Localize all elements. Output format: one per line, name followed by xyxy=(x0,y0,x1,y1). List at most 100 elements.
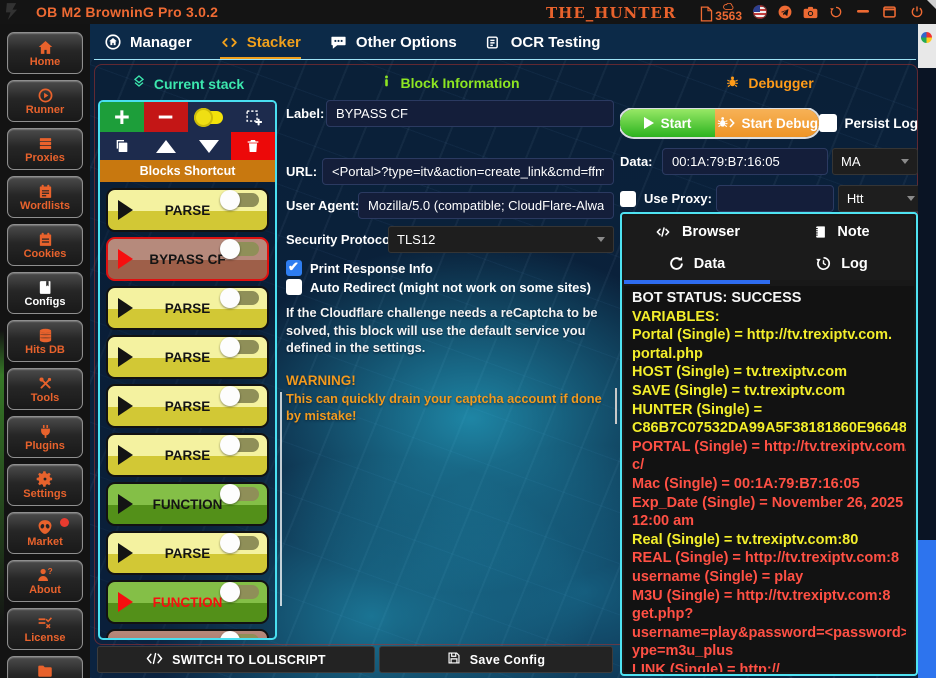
debugger-tab-note[interactable]: Note xyxy=(769,216,914,248)
sidebar-item-about[interactable]: ?About xyxy=(7,560,83,602)
stack-block[interactable] xyxy=(106,629,269,640)
desktop-strip xyxy=(918,68,936,540)
debugger-tab-data[interactable]: Data xyxy=(624,248,769,281)
maximize-button[interactable] xyxy=(883,6,896,18)
stack-scrollbar[interactable] xyxy=(280,392,282,606)
log-line: portal.php xyxy=(632,345,906,364)
proxy-type-value: Htt xyxy=(847,191,864,206)
tab-stacker[interactable]: Stacker xyxy=(220,24,301,60)
config-count: 3563 xyxy=(715,11,742,22)
save-label: Save Config xyxy=(470,653,546,667)
warning-text: This can quickly drain your captcha acco… xyxy=(286,390,614,425)
current-stack-header: Current stack xyxy=(98,74,277,93)
stack-block-parse[interactable]: PARSE xyxy=(106,335,269,379)
language-flag-icon[interactable] xyxy=(753,5,767,19)
use-proxy-checkbox[interactable] xyxy=(620,191,636,207)
sidebar-item-license[interactable]: License xyxy=(7,608,83,650)
stack-block-function[interactable]: FUNCTION xyxy=(106,580,269,624)
blocks-shortcut-bar[interactable]: Blocks Shortcut xyxy=(100,160,275,182)
print-response-checkbox[interactable] xyxy=(286,260,302,276)
sidebar-item-tools[interactable]: Tools xyxy=(7,368,83,410)
url-input[interactable] xyxy=(322,158,614,185)
data-type-select[interactable]: MA xyxy=(832,148,918,175)
sidebar-item-label: Wordlists xyxy=(20,201,70,212)
start-button[interactable]: Start xyxy=(620,109,715,137)
user-agent-input[interactable] xyxy=(358,192,614,219)
stack-block-parse[interactable]: PARSE xyxy=(106,188,269,232)
block-toggle[interactable] xyxy=(223,438,259,452)
security-protocol-value: TLS12 xyxy=(397,232,435,247)
security-protocol-select[interactable]: TLS12 xyxy=(388,226,614,253)
stack-block-parse[interactable]: PARSE xyxy=(106,433,269,477)
stack-block-parse[interactable]: PARSE xyxy=(106,531,269,575)
sidebar-item-cookies[interactable]: Cookies xyxy=(7,224,83,266)
block-toggle[interactable] xyxy=(223,536,259,550)
auto-redirect-label: Auto Redirect (might not work on some si… xyxy=(310,280,591,295)
clone-block-button[interactable] xyxy=(100,132,144,160)
block-toggle[interactable] xyxy=(223,585,259,599)
sidebar-item-plugins[interactable]: Plugins xyxy=(7,416,83,458)
power-button[interactable] xyxy=(910,5,924,19)
remove-block-button[interactable]: − xyxy=(144,102,188,132)
tabbar-underline xyxy=(94,59,916,61)
minimize-button[interactable] xyxy=(857,10,869,14)
label-input[interactable] xyxy=(326,100,614,127)
stack-block-list: PARSE BYPASS CF PARSE PARSE PARSE PARSE FUNCTI… xyxy=(100,182,275,640)
block-toggle[interactable] xyxy=(223,340,259,354)
move-up-button[interactable] xyxy=(144,132,188,160)
sidebar-item-label: About xyxy=(29,585,61,596)
block-toggle[interactable] xyxy=(223,389,259,403)
save-config-button[interactable]: Save Config xyxy=(379,646,613,673)
block-label: PARSE xyxy=(165,399,211,414)
proxy-input[interactable] xyxy=(716,185,834,212)
auto-redirect-checkbox[interactable] xyxy=(286,279,302,295)
debugger-tab-browser[interactable]: Browser xyxy=(624,216,769,248)
sidebar-item-home[interactable]: Home xyxy=(7,32,83,74)
proxy-type-select[interactable]: Htt xyxy=(838,185,918,212)
sidebar-item-proxies[interactable]: Proxies xyxy=(7,128,83,170)
sidebar-item-wordlists[interactable]: Wordlists xyxy=(7,176,83,218)
sidebar-item-mainfolder[interactable]: MainFolder xyxy=(7,656,83,678)
delete-block-button[interactable] xyxy=(231,132,275,160)
sidebar-item-market[interactable]: Market xyxy=(7,512,83,554)
move-down-button[interactable] xyxy=(188,132,232,160)
debugger-tab-log[interactable]: Log xyxy=(769,248,914,281)
stack-block-parse[interactable]: PARSE xyxy=(106,384,269,428)
block-toggle[interactable] xyxy=(223,242,259,256)
telegram-icon[interactable] xyxy=(778,5,792,19)
multi-select-add-button[interactable] xyxy=(231,102,275,132)
tab-other-options[interactable]: Other Options xyxy=(329,24,457,60)
block-label: PARSE xyxy=(165,350,211,365)
sidebar-item-settings[interactable]: Settings xyxy=(7,464,83,506)
tab-ocr-testing[interactable]: OCR Testing xyxy=(485,24,601,60)
data-input[interactable] xyxy=(662,148,828,175)
about-icon: ? xyxy=(36,567,54,584)
add-block-button[interactable]: + xyxy=(100,102,144,132)
block-toggle[interactable] xyxy=(223,487,259,501)
options-icon xyxy=(329,34,348,51)
desktop-browser-logo xyxy=(921,32,932,43)
toggle-block-button[interactable] xyxy=(188,102,232,132)
sidebar-item-configs[interactable]: Configs xyxy=(7,272,83,314)
history-icon[interactable] xyxy=(829,5,843,19)
block-toggle[interactable] xyxy=(223,634,259,640)
bug-icon xyxy=(724,74,741,92)
switch-to-loliscript-button[interactable]: SWITCH TO LOLISCRIPT xyxy=(97,646,375,673)
panel-scrollbar[interactable] xyxy=(615,388,617,424)
sidebar-item-runner[interactable]: Runner xyxy=(7,80,83,122)
block-information-title: Block Information xyxy=(400,75,519,91)
titlebar-icons: 3563 xyxy=(700,0,924,24)
stack-block-function[interactable]: FUNCTION xyxy=(106,482,269,526)
screenshot-camera-icon[interactable] xyxy=(803,6,818,19)
stack-block-bypass-cf[interactable]: BYPASS CF xyxy=(106,237,269,281)
start-debug-button[interactable]: Start Debug xyxy=(715,109,819,137)
tab-manager[interactable]: Manager xyxy=(104,24,192,60)
block-toggle[interactable] xyxy=(223,193,259,207)
block-toggle[interactable] xyxy=(223,291,259,305)
debugger-tab-label: Data xyxy=(694,256,725,272)
persist-log-checkbox[interactable] xyxy=(819,114,837,132)
stack-block-parse[interactable]: PARSE xyxy=(106,286,269,330)
sidebar-item-hits-db[interactable]: Hits DB xyxy=(7,320,83,362)
debugger-tab-label: Browser xyxy=(682,224,740,240)
block-play-icon xyxy=(118,396,133,416)
